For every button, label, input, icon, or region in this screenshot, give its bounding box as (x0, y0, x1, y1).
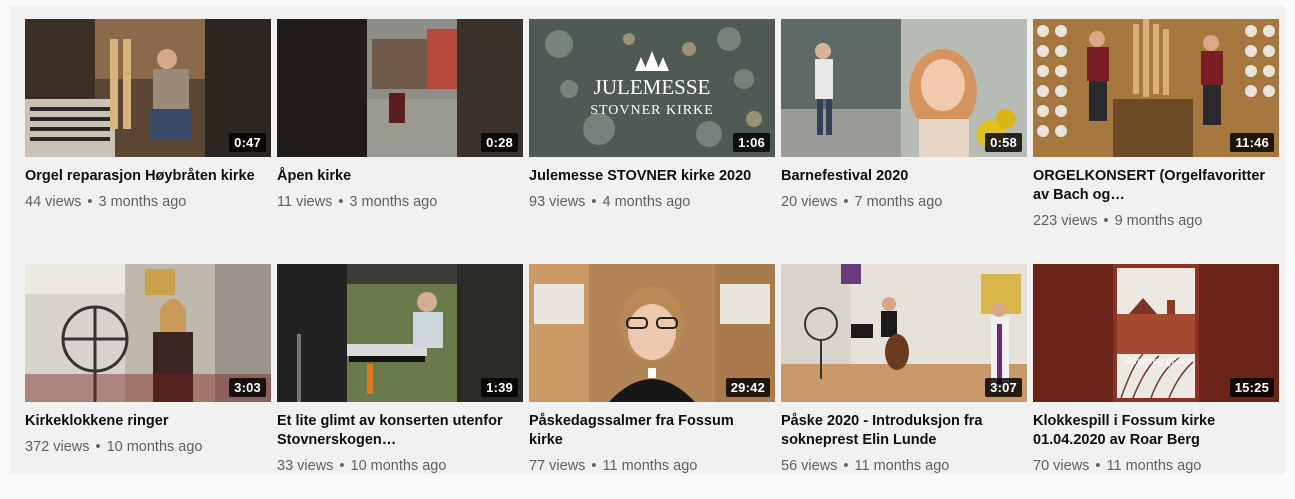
view-count: 223 views (1033, 213, 1098, 229)
view-count: 77 views (529, 458, 586, 474)
video-title[interactable]: Åpen kirke (277, 167, 523, 186)
view-count: 372 views (25, 439, 90, 455)
video-thumbnail[interactable]: 1:39 (277, 264, 523, 402)
video-duration: 3:07 (985, 378, 1022, 397)
video-card[interactable]: 0:58 Barnefestival 2020 20 views • 7 month… (781, 19, 1027, 254)
video-title[interactable]: Påske 2020 - Introduksjon fra sokneprest… (781, 412, 1027, 450)
video-meta: 11 views • 3 months ago (277, 194, 523, 210)
view-count: 20 views (781, 194, 838, 210)
video-thumbnail[interactable]: JULEMESSE STOVNER KIRKE 1:06 (529, 19, 775, 157)
video-title[interactable]: Et lite glimt av konserten utenfor Stovn… (277, 412, 523, 450)
view-count: 11 views (277, 194, 333, 210)
video-thumbnail[interactable]: 0:28 (277, 19, 523, 157)
video-grid: 0:47 Orgel reparasjon Høybråten kirke 44… (25, 19, 1279, 499)
upload-age: 11 months ago (1106, 458, 1202, 474)
video-card[interactable]: 0:28 Åpen kirke 11 views • 3 months ago (277, 19, 523, 254)
upload-age: 10 months ago (106, 439, 203, 455)
video-card[interactable]: Amazing grace 15:25 Klokkespill i Fossum… (1033, 264, 1279, 499)
video-meta: 20 views • 7 months ago (781, 194, 1027, 210)
video-card[interactable]: 3:07 Påske 2020 - Introduksjon fra sokne… (781, 264, 1027, 499)
video-thumbnail[interactable]: 29:42 (529, 264, 775, 402)
upload-age: 3 months ago (349, 194, 438, 210)
upload-age: 3 months ago (98, 194, 187, 210)
video-duration: 1:06 (733, 133, 770, 152)
video-duration: 1:39 (481, 378, 518, 397)
meta-separator: • (338, 194, 344, 210)
meta-separator: • (591, 194, 597, 210)
meta-separator: • (843, 194, 849, 210)
video-duration: 0:47 (229, 133, 266, 152)
video-duration: 0:58 (985, 133, 1022, 152)
video-thumbnail[interactable]: 0:47 (25, 19, 271, 157)
meta-separator: • (591, 458, 597, 474)
thumbnail-text: JULEMESSE (594, 75, 711, 99)
thumbnail-text: Amazing grace (1124, 355, 1191, 367)
video-title[interactable]: Påskedagssalmer fra Fossum kirke (529, 412, 775, 450)
video-meta: 77 views • 11 months ago (529, 458, 775, 474)
video-meta: 372 views • 10 months ago (25, 439, 271, 455)
video-thumbnail[interactable]: Amazing grace 15:25 (1033, 264, 1279, 402)
view-count: 56 views (781, 458, 838, 474)
thumbnail-text: STOVNER KIRKE (590, 103, 714, 118)
video-meta: 33 views • 10 months ago (277, 458, 523, 474)
video-title[interactable]: Orgel reparasjon Høybråten kirke (25, 167, 271, 186)
upload-age: 9 months ago (1114, 213, 1203, 229)
video-card[interactable]: 3:03 Kirkeklokkene ringer 372 views • 10 m… (25, 264, 271, 499)
view-count: 93 views (529, 194, 586, 210)
video-meta: 44 views • 3 months ago (25, 194, 271, 210)
meta-separator: • (1103, 213, 1109, 229)
video-thumbnail[interactable]: 11:46 (1033, 19, 1279, 157)
video-title[interactable]: Barnefestival 2020 (781, 167, 1027, 186)
video-meta: 93 views • 4 months ago (529, 194, 775, 210)
video-duration: 3:03 (229, 378, 266, 397)
video-grid-panel: 0:47 Orgel reparasjon Høybråten kirke 44… (10, 6, 1285, 474)
video-title[interactable]: Julemesse STOVNER kirke 2020 (529, 167, 775, 186)
video-card[interactable]: 1:39 Et lite glimt av konserten utenfor … (277, 264, 523, 499)
video-title[interactable]: Klokkespill i Fossum kirke 01.04.2020 av… (1033, 412, 1279, 450)
video-card[interactable]: JULEMESSE STOVNER KIRKE 1:06 Julemesse S… (529, 19, 775, 254)
meta-separator: • (843, 458, 849, 474)
upload-age: 7 months ago (854, 194, 943, 210)
meta-separator: • (339, 458, 345, 474)
video-title[interactable]: Kirkeklokkene ringer (25, 412, 271, 431)
upload-age: 4 months ago (602, 194, 691, 210)
video-thumbnail[interactable]: 0:58 (781, 19, 1027, 157)
video-thumbnail[interactable]: 3:03 (25, 264, 271, 402)
video-meta: 56 views • 11 months ago (781, 458, 1027, 474)
video-meta: 223 views • 9 months ago (1033, 213, 1279, 229)
upload-age: 10 months ago (350, 458, 447, 474)
video-duration: 29:42 (725, 378, 770, 397)
video-card[interactable]: 0:47 Orgel reparasjon Høybråten kirke 44… (25, 19, 271, 254)
view-count: 70 views (1033, 458, 1090, 474)
upload-age: 11 months ago (602, 458, 698, 474)
view-count: 44 views (25, 194, 82, 210)
upload-age: 11 months ago (854, 458, 950, 474)
video-thumbnail[interactable]: 3:07 (781, 264, 1027, 402)
meta-separator: • (1095, 458, 1101, 474)
video-duration: 15:25 (1229, 378, 1274, 397)
video-card[interactable]: 11:46 ORGELKONSERT (Orgelfavoritter av B… (1033, 19, 1279, 254)
video-card[interactable]: 29:42 Påskedagssalmer fra Fossum kirke 7… (529, 264, 775, 499)
video-title[interactable]: ORGELKONSERT (Orgelfavoritter av Bach og… (1033, 167, 1279, 205)
video-duration: 0:28 (481, 133, 518, 152)
view-count: 33 views (277, 458, 334, 474)
video-duration: 11:46 (1230, 133, 1274, 152)
meta-separator: • (87, 194, 93, 210)
video-meta: 70 views • 11 months ago (1033, 458, 1279, 474)
meta-separator: • (95, 439, 101, 455)
